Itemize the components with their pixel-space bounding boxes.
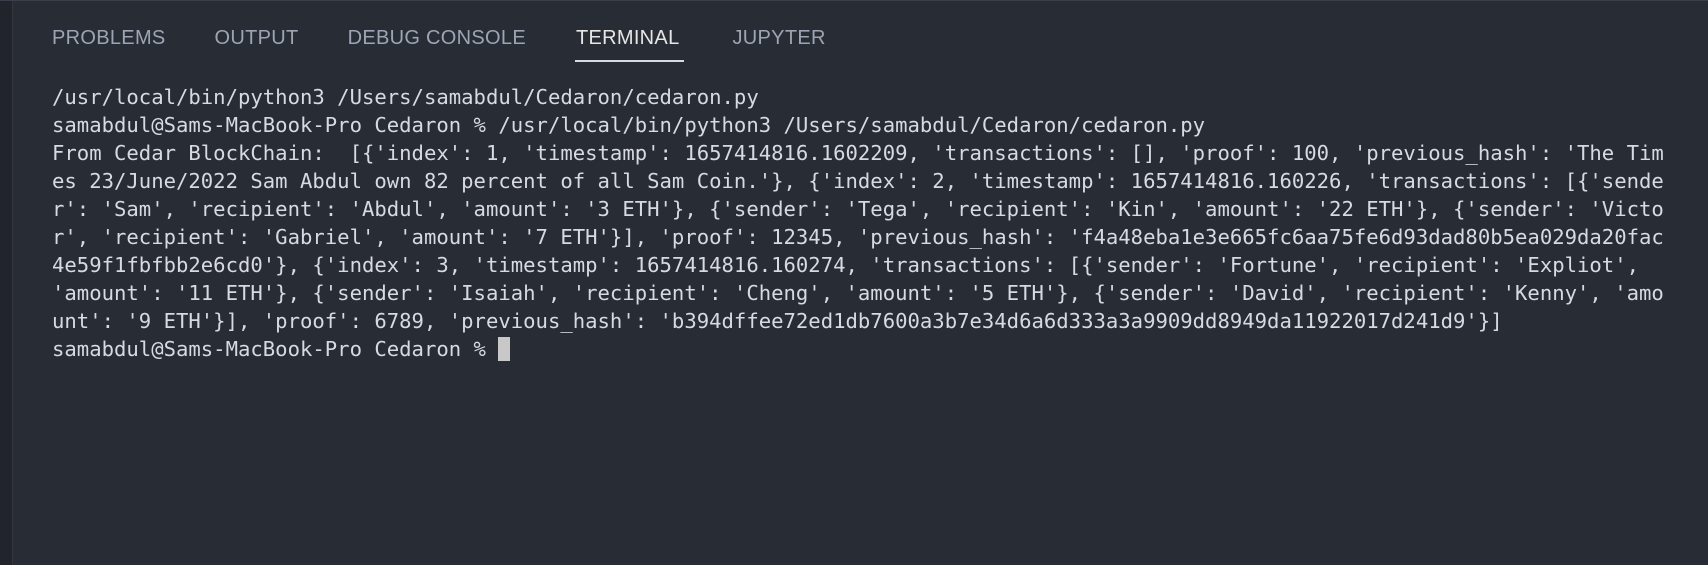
terminal-prompt: samabdul@Sams-MacBook-Pro Cedaron % (52, 337, 499, 361)
panel-tab-bar: PROBLEMS OUTPUT DEBUG CONSOLE TERMINAL J… (52, 19, 875, 67)
terminal-line-prompt-command: samabdul@Sams-MacBook-Pro Cedaron % /usr… (52, 113, 1206, 137)
tab-output[interactable]: OUTPUT (215, 19, 299, 60)
terminal-line-active-prompt[interactable]: samabdul@Sams-MacBook-Pro Cedaron % (52, 335, 1664, 363)
terminal-panel: PROBLEMS OUTPUT DEBUG CONSOLE TERMINAL J… (0, 0, 1708, 565)
tab-terminal[interactable]: TERMINAL (574, 19, 684, 62)
tab-problems[interactable]: PROBLEMS (52, 19, 166, 60)
tab-jupyter[interactable]: JUPYTER (733, 19, 826, 60)
terminal-line-program-output: From Cedar BlockChain: [{'index': 1, 'ti… (52, 141, 1664, 333)
tab-debug-console[interactable]: DEBUG CONSOLE (348, 19, 526, 60)
terminal-cursor (498, 337, 511, 361)
terminal-line-command: /usr/local/bin/python3 /Users/samabdul/C… (52, 85, 759, 109)
terminal-output[interactable]: /usr/local/bin/python3 /Users/samabdul/C… (52, 83, 1664, 363)
panel-left-edge (0, 1, 13, 565)
